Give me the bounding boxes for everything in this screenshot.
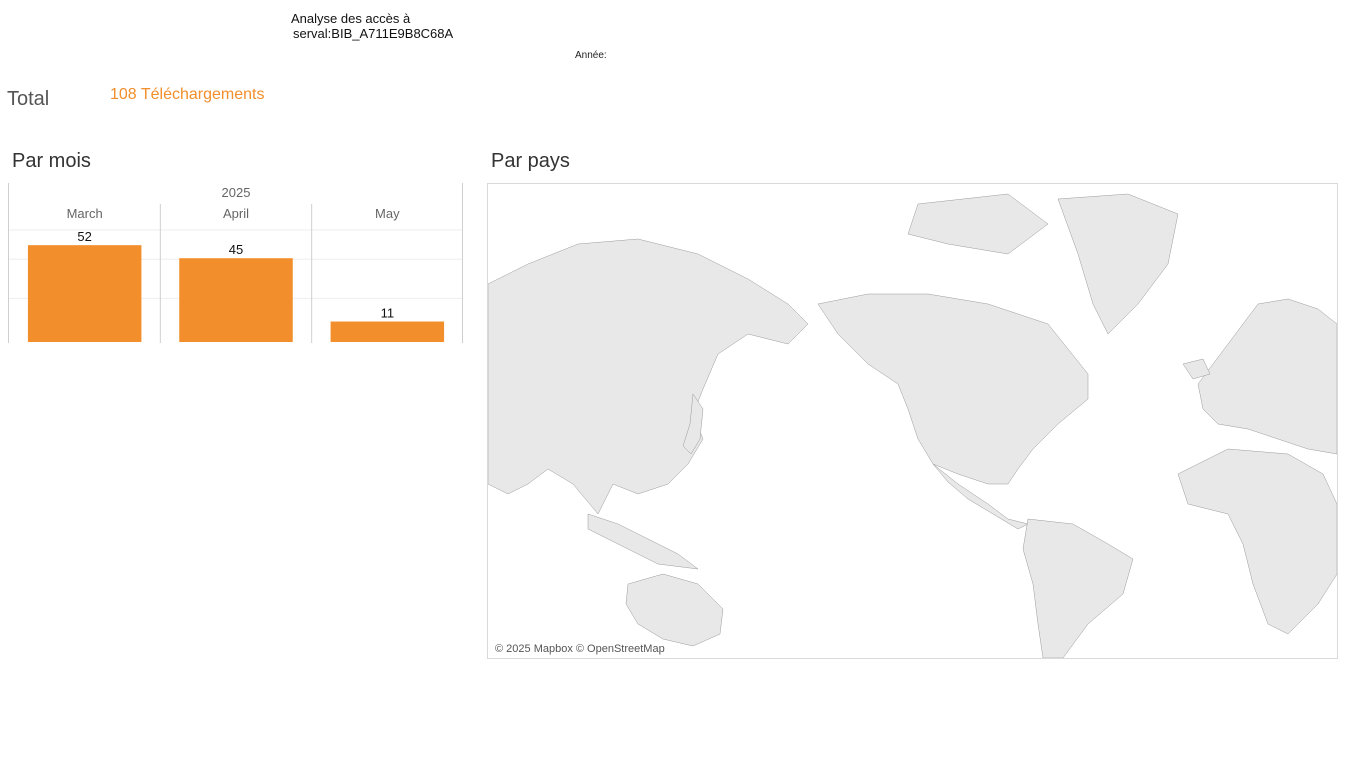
world-map-svg <box>488 193 1337 658</box>
category-label-may: May <box>375 206 400 221</box>
data-label-may: 11 <box>381 306 395 321</box>
page-title-line1: Analyse des accès à <box>291 11 411 26</box>
bar-may <box>330 321 445 342</box>
se-asia-landmass <box>587 513 699 570</box>
total-downloads-value: 108 Téléchargements <box>110 86 265 103</box>
bar-march <box>27 245 142 342</box>
bar-chart-svg: 2025 March 52 April 45 May 11 <box>8 183 463 343</box>
monthly-bar-chart[interactable]: 2025 March 52 April 45 May 11 <box>8 183 464 343</box>
category-label-march: March <box>67 206 103 221</box>
year-filter-label[interactable]: Année: <box>575 50 607 61</box>
south-america-landmass <box>1022 518 1134 658</box>
arctic-islands <box>907 193 1049 255</box>
africa-landmass <box>1177 448 1337 635</box>
data-label-march: 52 <box>77 229 91 244</box>
page-title: Analyse des accès à serval:BIB_A711E9B8C… <box>291 11 453 41</box>
asia-landmass <box>488 238 809 515</box>
by-month-title: Par mois <box>12 150 91 172</box>
europe-landmass <box>1197 298 1337 455</box>
group-year-label: 2025 <box>222 185 251 200</box>
map-attribution: © 2025 Mapbox © OpenStreetMap <box>495 643 665 655</box>
greenland-landmass <box>1057 193 1179 335</box>
north-america-landmass <box>817 293 1089 485</box>
category-label-april: April <box>223 206 249 221</box>
data-label-april: 45 <box>229 242 243 257</box>
australia-landmass <box>625 573 724 647</box>
bar-april <box>179 258 293 342</box>
country-map[interactable]: © 2025 Mapbox © OpenStreetMap <box>487 183 1338 659</box>
by-country-title: Par pays <box>491 150 570 172</box>
total-label: Total <box>7 88 50 110</box>
page-title-line2: serval:BIB_A711E9B8C68A <box>293 26 454 41</box>
